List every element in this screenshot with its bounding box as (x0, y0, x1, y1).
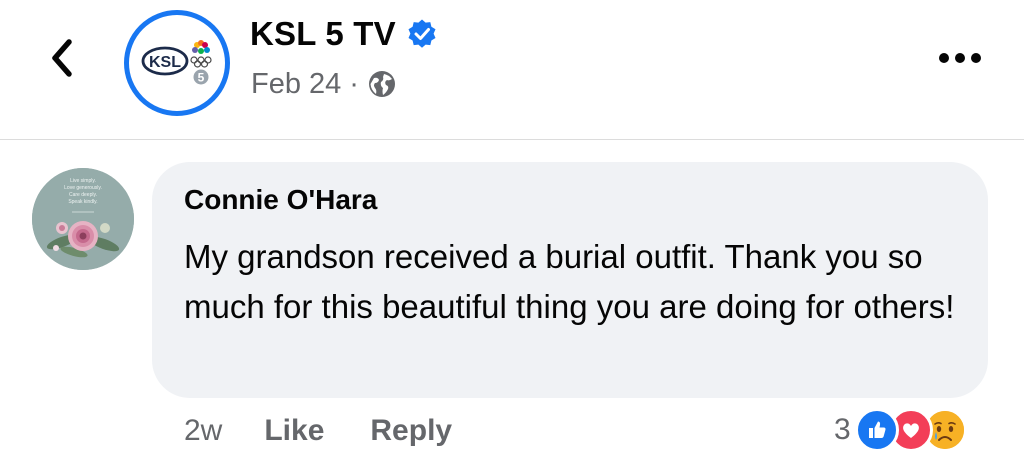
back-button[interactable] (40, 36, 84, 80)
svg-text:5: 5 (198, 71, 205, 85)
page-name[interactable]: KSL 5 TV (250, 15, 396, 53)
avatar-quote-line-1: Live simply. (70, 178, 96, 184)
avatar-quote-line-2: Love generously. (64, 185, 102, 191)
peacock-icon (192, 40, 210, 54)
more-options-icon (939, 53, 981, 63)
like-button[interactable]: Like (264, 414, 324, 448)
more-options-button[interactable] (934, 40, 986, 76)
post-date[interactable]: Feb 24 (251, 68, 341, 101)
olympic-rings-icon (190, 56, 212, 68)
comment-bubble: Connie O'Hara My grandson received a bur… (152, 162, 988, 398)
verified-badge-icon (408, 19, 436, 48)
globe-icon (368, 71, 395, 97)
post-header: KSL 5 KSL 5 TV Feb 24 · (0, 0, 1024, 140)
like-reaction-icon (854, 408, 899, 452)
avatar-quote-line-3: Care deeply. (69, 192, 97, 198)
back-chevron-icon (52, 39, 72, 77)
reaction-count: 3 (834, 413, 851, 446)
comment-author[interactable]: Connie O'Hara (184, 184, 377, 216)
ksl-logo: KSL 5 (135, 21, 219, 105)
commenter-avatar[interactable]: Live simply. Love generously. Care deepl… (32, 168, 134, 270)
avatar-quote-line-4: Speak kindly. (68, 199, 97, 205)
reactions-summary[interactable]: 3 (834, 406, 967, 454)
reply-button[interactable]: Reply (370, 414, 452, 448)
comment-actions: 2w Like Reply (184, 408, 498, 454)
page-avatar[interactable]: KSL 5 (124, 10, 230, 116)
meta-separator: · (349, 67, 359, 100)
comment-time[interactable]: 2w (184, 414, 222, 448)
logo-text: KSL (149, 54, 181, 71)
comment-text: My grandson received a burial outfit. Th… (184, 238, 955, 325)
